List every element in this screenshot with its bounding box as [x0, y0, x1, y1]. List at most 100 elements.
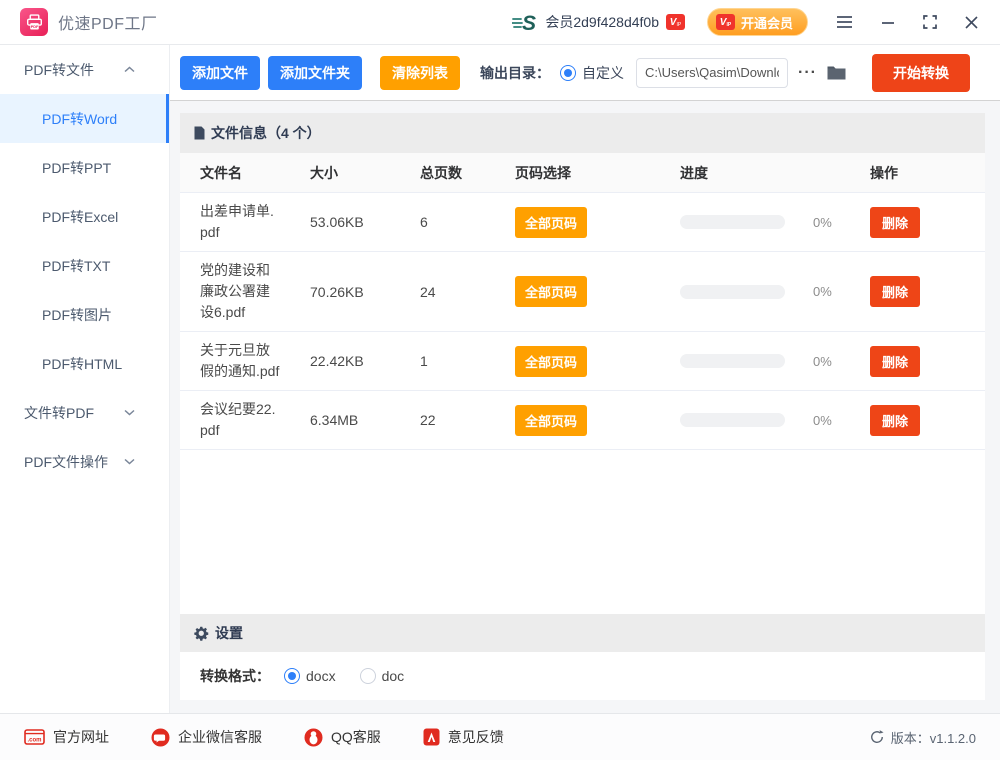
sidebar-group-pdf-to-file[interactable]: PDF转文件 — [0, 45, 169, 94]
sidebar-item-label: PDF转Excel — [42, 207, 118, 227]
progress-bar — [680, 354, 785, 368]
sidebar-item-label: PDF转TXT — [42, 256, 110, 276]
format-row: 转换格式： docx doc — [180, 652, 985, 700]
file-size: 6.34MB — [310, 412, 420, 428]
refresh-icon[interactable] — [870, 730, 884, 744]
file-size: 70.26KB — [310, 284, 420, 300]
sidebar-item-label: PDF转图片 — [42, 305, 112, 325]
wechat-icon — [151, 728, 170, 747]
chevron-down-icon — [124, 458, 135, 465]
wechat-support-label: 企业微信客服 — [178, 727, 262, 747]
format-doc-radio[interactable] — [360, 668, 376, 684]
page-select-button[interactable]: 全部页码 — [515, 405, 587, 436]
sidebar: PDF转文件 PDF转Word PDF转PPT PDF转Excel PDF转TX… — [0, 45, 170, 713]
official-website-label: 官方网址 — [53, 727, 109, 747]
settings-title: 设置 — [215, 623, 243, 643]
website-icon: .com — [24, 729, 45, 745]
file-card: 文件信息（4 个） 文件名 大小 总页数 页码选择 进度 操作 出差申请单.pd… — [180, 113, 985, 700]
page-select-button[interactable]: 全部页码 — [515, 276, 587, 307]
content-area: 文件信息（4 个） 文件名 大小 总页数 页码选择 进度 操作 出差申请单.pd… — [170, 101, 1000, 713]
menu-icon[interactable] — [836, 15, 853, 29]
progress-percent: 0% — [813, 215, 832, 230]
sidebar-item-pdf-to-ppt[interactable]: PDF转PPT — [0, 143, 169, 192]
sidebar-item-pdf-to-html[interactable]: PDF转HTML — [0, 339, 169, 388]
app-title: 优速PDF工厂 — [58, 10, 158, 34]
file-pages: 24 — [420, 284, 515, 300]
add-file-button[interactable]: 添加文件 — [180, 56, 260, 90]
sidebar-group-label: PDF文件操作 — [24, 452, 108, 472]
custom-dir-label: 自定义 — [582, 63, 624, 83]
vip-badge-icon: VIP — [666, 14, 685, 30]
open-vip-label: 开通会员 — [741, 13, 793, 32]
sidebar-item-pdf-to-excel[interactable]: PDF转Excel — [0, 192, 169, 241]
progress-bar — [680, 215, 785, 229]
format-label: 转换格式： — [200, 666, 270, 686]
gear-icon — [194, 626, 209, 641]
settings-bar: 设置 — [180, 614, 985, 652]
column-progress: 进度 — [680, 163, 870, 183]
column-pages: 总页数 — [420, 163, 515, 183]
vip-badge-ip: IP — [676, 23, 681, 28]
clear-list-button[interactable]: 清除列表 — [380, 56, 460, 90]
footer: .com 官方网址 企业微信客服 QQ客服 意见反馈 — [0, 713, 1000, 760]
qq-support-link[interactable]: QQ客服 — [304, 727, 381, 747]
sidebar-item-pdf-to-word[interactable]: PDF转Word — [0, 94, 169, 143]
browse-more-button[interactable]: ··· — [798, 64, 817, 82]
file-size: 53.06KB — [310, 214, 420, 230]
delete-button[interactable]: 删除 — [870, 276, 920, 307]
member-info[interactable]: S 会员2d9f428d4f0b VIP — [512, 10, 685, 34]
delete-button[interactable]: 删除 — [870, 405, 920, 436]
close-icon[interactable] — [965, 16, 978, 29]
format-docx-label: docx — [306, 668, 336, 684]
file-name: 会议纪要22.pdf — [200, 399, 280, 441]
file-info-bar: 文件信息（4 个） — [180, 113, 985, 153]
sidebar-group-pdf-operations[interactable]: PDF文件操作 — [0, 437, 169, 486]
wechat-support-link[interactable]: 企业微信客服 — [151, 727, 262, 747]
sidebar-item-label: PDF转PPT — [42, 158, 111, 178]
official-website-link[interactable]: .com 官方网址 — [24, 727, 109, 747]
file-name: 出差申请单.pdf — [200, 201, 280, 243]
version-info: 版本：v1.1.2.0 — [870, 728, 976, 747]
file-name: 关于元旦放假的通知.pdf — [200, 340, 280, 382]
delete-button[interactable]: 删除 — [870, 207, 920, 238]
feedback-link[interactable]: 意见反馈 — [423, 727, 504, 747]
table-row: 出差申请单.pdf 53.06KB 6 全部页码 0% 删除 — [180, 193, 985, 252]
add-folder-button[interactable]: 添加文件夹 — [268, 56, 362, 90]
app-logo-icon: PDF — [20, 8, 48, 36]
sidebar-item-pdf-to-image[interactable]: PDF转图片 — [0, 290, 169, 339]
column-size: 大小 — [310, 163, 420, 183]
delete-button[interactable]: 删除 — [870, 346, 920, 377]
page-select-button[interactable]: 全部页码 — [515, 346, 587, 377]
open-folder-icon[interactable] — [827, 65, 846, 80]
sidebar-item-pdf-to-txt[interactable]: PDF转TXT — [0, 241, 169, 290]
output-dir-label: 输出目录： — [480, 63, 550, 83]
table-row: 关于元旦放假的通知.pdf 22.42KB 1 全部页码 0% 删除 — [180, 332, 985, 391]
vip-pill-icon: VIP — [716, 14, 735, 30]
version-label: 版本：v1.1.2.0 — [891, 728, 976, 747]
table-header: 文件名 大小 总页数 页码选择 进度 操作 — [180, 153, 985, 193]
column-action: 操作 — [870, 163, 985, 183]
output-path-input[interactable] — [636, 58, 788, 88]
avatar: S — [512, 10, 538, 34]
format-docx-radio[interactable] — [284, 668, 300, 684]
app-window: PDF 优速PDF工厂 S 会员2d9f428d4f0b VIP VIP 开通会… — [0, 0, 1000, 760]
custom-dir-radio[interactable] — [560, 65, 576, 81]
minimize-icon[interactable] — [881, 15, 895, 29]
file-size: 22.42KB — [310, 353, 420, 369]
table-row: 党的建设和廉政公署建设6.pdf 70.26KB 24 全部页码 0% 删除 — [180, 252, 985, 332]
svg-text:S: S — [522, 12, 536, 34]
open-vip-button[interactable]: VIP 开通会员 — [707, 8, 808, 36]
format-doc-label: doc — [382, 668, 405, 684]
file-pages: 6 — [420, 214, 515, 230]
titlebar: PDF 优速PDF工厂 S 会员2d9f428d4f0b VIP VIP 开通会… — [0, 0, 1000, 45]
svg-text:.com: .com — [27, 738, 41, 744]
start-convert-button[interactable]: 开始转换 — [872, 54, 970, 92]
sidebar-group-file-to-pdf[interactable]: 文件转PDF — [0, 388, 169, 437]
qq-support-label: QQ客服 — [331, 727, 381, 747]
progress-bar — [680, 285, 785, 299]
document-icon — [194, 126, 205, 140]
column-filename: 文件名 — [180, 155, 310, 191]
page-select-button[interactable]: 全部页码 — [515, 207, 587, 238]
maximize-icon[interactable] — [923, 15, 937, 29]
sidebar-item-label: PDF转HTML — [42, 354, 122, 374]
